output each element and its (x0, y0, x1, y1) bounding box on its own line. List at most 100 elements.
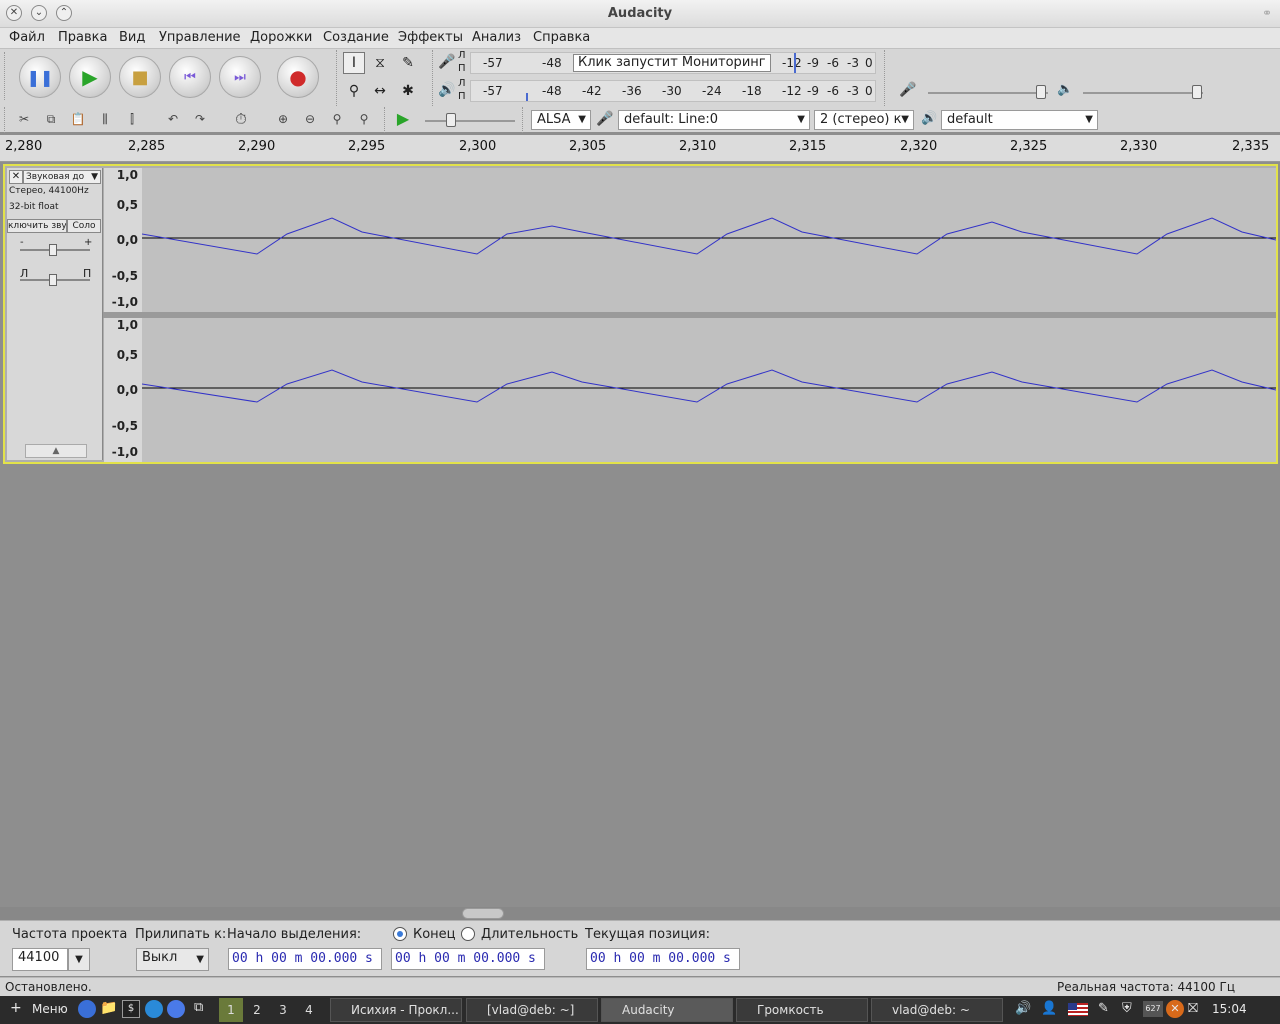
playback-device-select[interactable]: default ▼ (941, 110, 1098, 130)
selection-tool-icon[interactable]: I (343, 52, 365, 74)
audio-track[interactable]: ✕ Звуковая до ▼ Стерео, 44100Hz 32-bit fl… (3, 164, 1278, 464)
tools-grip[interactable] (336, 50, 338, 106)
pan-thumb[interactable] (49, 274, 57, 286)
menu-effects[interactable]: Эффекты (398, 30, 463, 45)
selection-start-time[interactable]: 00 h 00 m 00.000 s (228, 948, 382, 970)
start-monitoring-label[interactable]: Клик запустит Мониторинг (573, 54, 771, 72)
redo-icon[interactable]: ↷ (189, 108, 211, 130)
network-tray-icon[interactable]: ⛝ (1188, 1001, 1198, 1016)
horizontal-scrollbar[interactable] (0, 907, 1280, 920)
skip-end-button[interactable]: ⏭ (219, 56, 261, 98)
task-terminal-1[interactable]: [vlad@deb: ~] (466, 998, 598, 1022)
mute-button[interactable]: ключить звук (7, 219, 67, 233)
project-rate-dropdown-icon[interactable]: ▼ (68, 948, 90, 971)
menu-transport[interactable]: Управление (159, 30, 241, 45)
volume-tray-icon[interactable]: 🔊 (1015, 1001, 1031, 1016)
audio-position-time[interactable]: 00 h 00 m 00.000 s (586, 948, 740, 970)
undo-icon[interactable]: ↶ (162, 108, 184, 130)
user-tray-icon[interactable]: 👤 (1041, 1001, 1057, 1016)
clock[interactable]: 15:04 (1212, 1002, 1247, 1016)
task-audacity[interactable]: Audacity (601, 998, 733, 1022)
recording-channels-select[interactable]: 2 (стерео) к ▼ (814, 110, 914, 130)
edit-toolbar-grip[interactable] (4, 107, 6, 133)
menu-help[interactable]: Справка (533, 30, 590, 45)
track-close-icon[interactable]: ✕ (9, 170, 23, 184)
multi-tool-icon[interactable]: ✱ (397, 80, 419, 102)
workspace-4[interactable]: 4 (297, 998, 321, 1022)
menu-view[interactable]: Вид (119, 30, 145, 45)
play-at-speed-grip[interactable] (384, 107, 386, 133)
fit-project-icon[interactable]: ⚲ (353, 108, 375, 130)
start-menu-button[interactable]: Меню (32, 1002, 68, 1016)
fit-selection-icon[interactable]: ⚲ (326, 108, 348, 130)
show-desktop-icon[interactable]: ⧉ (194, 1000, 203, 1015)
project-rate-input[interactable]: 44100 (12, 948, 68, 971)
play-at-speed-icon[interactable]: ▶ (392, 108, 414, 130)
workspace-3[interactable]: 3 (271, 998, 295, 1022)
paste-icon[interactable]: 📋 (67, 108, 89, 130)
keyboard-layout-icon[interactable] (1068, 1003, 1088, 1016)
device-toolbar-grip[interactable] (522, 107, 524, 133)
toolbar-grip[interactable] (4, 52, 8, 100)
menu-analyze[interactable]: Анализ (472, 30, 521, 45)
app-launcher-icon[interactable] (167, 1000, 185, 1018)
file-manager-icon[interactable]: 📁 (100, 1000, 117, 1016)
task-terminal-2[interactable]: vlad@deb: ~ (871, 998, 1003, 1022)
envelope-tool-icon[interactable]: ⧖ (369, 52, 391, 74)
mixer-grip[interactable] (884, 50, 886, 106)
lock-tray-icon[interactable]: ⛨ (1122, 1001, 1132, 1016)
record-button[interactable]: ● (277, 56, 319, 98)
task-browser[interactable]: Исихия - Прокл... (330, 998, 462, 1022)
audio-host-select[interactable]: ALSA ▼ (531, 110, 591, 130)
stop-button[interactable]: ■ (119, 56, 161, 98)
play-speed-slider[interactable] (425, 120, 515, 122)
sync-lock-icon[interactable]: ⏱ (230, 108, 252, 130)
zoom-out-icon[interactable]: ⊖ (299, 108, 321, 130)
record-meter[interactable]: -57 -48 Клик запустит Мониторинг -12 -9 … (470, 52, 876, 74)
skip-start-button[interactable]: ⏮ (169, 56, 211, 98)
update-tray-icon[interactable]: ✕ (1166, 1000, 1184, 1018)
menu-edit[interactable]: Правка (58, 30, 107, 45)
speaker-icon[interactable]: 🔊 (438, 82, 455, 98)
horizontal-scroll-thumb[interactable] (462, 908, 504, 919)
silence-icon[interactable]: ⫿ (121, 108, 143, 130)
workspace-1[interactable]: 1 (219, 998, 243, 1022)
output-volume-slider[interactable] (1083, 92, 1203, 94)
collapse-track-icon[interactable]: ▲ (25, 444, 87, 458)
end-radio[interactable] (393, 927, 407, 941)
waveform-left-channel[interactable] (141, 168, 1277, 312)
pen-tray-icon[interactable]: ✎ (1098, 1001, 1109, 1016)
draw-tool-icon[interactable]: ✎ (397, 52, 419, 74)
input-volume-slider[interactable] (928, 92, 1048, 94)
zoom-in-icon[interactable]: ⊕ (272, 108, 294, 130)
pause-button[interactable]: ❚❚ (19, 56, 61, 98)
playback-meter[interactable]: -57 -48 -42 -36 -30 -24 -18 -12 -9 -6 -3… (470, 80, 876, 102)
menu-tracks[interactable]: Дорожки (250, 30, 312, 45)
track-name-menu[interactable]: Звуковая до ▼ (23, 170, 101, 184)
zoom-tool-icon[interactable]: ⚲ (343, 80, 365, 102)
menu-file[interactable]: Файл (9, 30, 45, 45)
play-speed-thumb[interactable] (446, 113, 456, 127)
timeline-ruler[interactable]: 2,280 2,285 2,290 2,295 2,300 2,305 2,31… (0, 135, 1280, 162)
length-radio[interactable] (461, 927, 475, 941)
meter-grip[interactable] (432, 50, 434, 106)
output-volume-thumb[interactable] (1192, 85, 1202, 99)
menu-plus-icon[interactable]: + (10, 1000, 22, 1016)
recording-device-select[interactable]: default: Line:0 ▼ (618, 110, 810, 130)
menu-generate[interactable]: Создание (323, 30, 389, 45)
cpu-monitor-icon[interactable]: 627 (1143, 1001, 1163, 1017)
workspace-2[interactable]: 2 (245, 998, 269, 1022)
play-button[interactable]: ▶ (69, 56, 111, 98)
browser-icon[interactable] (78, 1000, 96, 1018)
input-volume-thumb[interactable] (1036, 85, 1046, 99)
gain-thumb[interactable] (49, 244, 57, 256)
cut-icon[interactable]: ✂ (13, 108, 35, 130)
microphone-icon[interactable]: 🎤 (438, 54, 455, 70)
waveform-right-channel[interactable] (141, 318, 1277, 462)
solo-button[interactable]: Соло (67, 219, 101, 233)
copy-icon[interactable]: ⧉ (40, 108, 62, 130)
task-volume[interactable]: Громкость (736, 998, 868, 1022)
selection-end-time[interactable]: 00 h 00 m 00.000 s (391, 948, 545, 970)
terminal-icon[interactable]: $ (122, 1000, 140, 1018)
snap-to-select[interactable]: Выкл ▼ (136, 948, 209, 971)
